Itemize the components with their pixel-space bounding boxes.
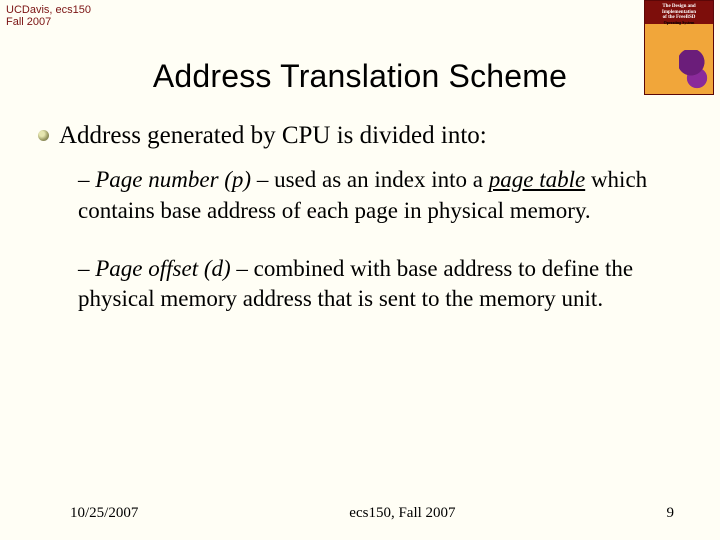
bullet-text: Address generated by CPU is divided into… — [59, 120, 487, 151]
book-subtitle: Operating System — [645, 21, 713, 25]
dash: – — [78, 256, 95, 281]
sub-bullet-1: – Page number (p) – used as an index int… — [78, 165, 676, 226]
footer-center: ecs150, Fall 2007 — [349, 505, 455, 522]
slide-body: Address generated by CPU is divided into… — [38, 120, 682, 343]
slide-footer: 10/25/2007 ecs150, Fall 2007 9 — [0, 505, 720, 522]
course-term: Fall 2007 — [6, 16, 91, 28]
page-offset-term: Page offset (d) — [95, 256, 230, 281]
page-table-term: page table — [489, 167, 585, 192]
sub1-mid1: – used as an index into a — [251, 167, 489, 192]
footer-page-number: 9 — [667, 505, 675, 522]
course-header: UCDavis, ecs150 Fall 2007 — [6, 4, 91, 28]
dash: – — [78, 167, 95, 192]
slide-title: Address Translation Scheme — [0, 58, 720, 95]
bullet-item: Address generated by CPU is divided into… — [38, 120, 682, 151]
page-number-term: Page number (p) — [95, 167, 251, 192]
course-code: UCDavis, ecs150 — [6, 4, 91, 16]
bullet-dot-icon — [38, 130, 49, 141]
sub-bullet-2: – Page offset (d) – combined with base a… — [78, 254, 676, 315]
footer-date: 10/25/2007 — [70, 505, 138, 522]
